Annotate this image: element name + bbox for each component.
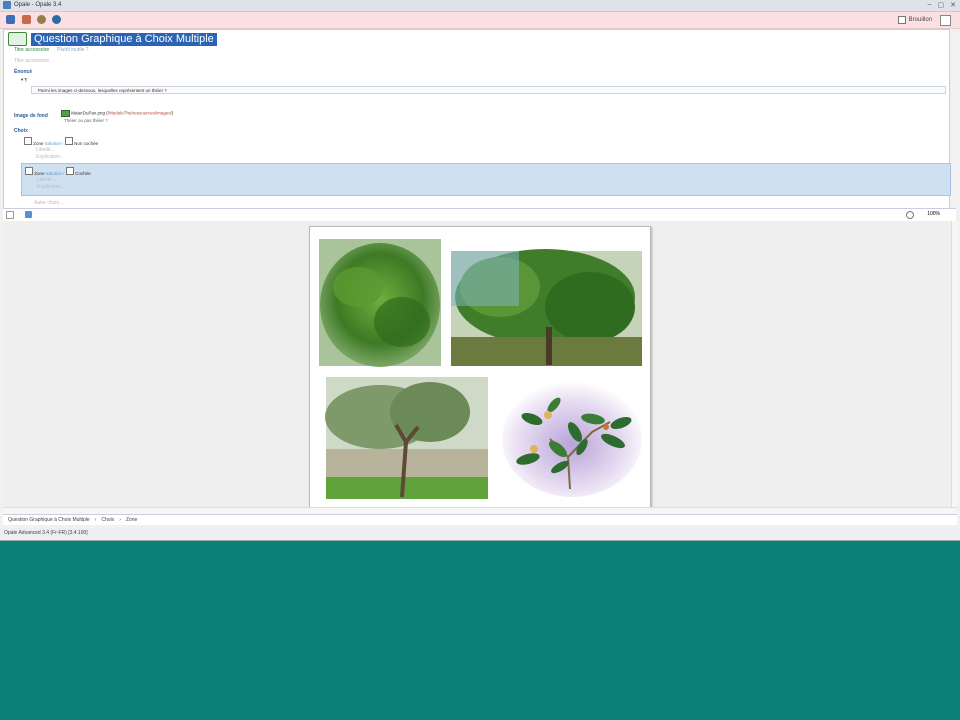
image-canvas[interactable] [3, 221, 951, 508]
vertical-scrollbar[interactable] [951, 221, 958, 507]
breadcrumb-item-question[interactable]: Question Graphique à Choix Multiple [8, 517, 90, 523]
accessory-title-placeholder[interactable]: Titre accessoire… [14, 58, 54, 64]
horizontal-scrollbar[interactable] [3, 507, 957, 514]
draft-checkbox[interactable] [897, 16, 906, 24]
save-icon[interactable] [6, 15, 15, 24]
zoom-level[interactable]: 100% [927, 211, 940, 217]
editor-toolbar: Brouillon [0, 12, 960, 29]
choice-1-zone: Zone [33, 141, 44, 146]
draft-toggle[interactable]: Brouillon [897, 16, 932, 24]
choice-2-zone: Zone [34, 171, 45, 176]
status-bar: Opale Advanced 3.4 (Fr-FR) [3.4.100] [0, 528, 960, 539]
choice-1-header[interactable]: Zone Solution ! Non cochée [24, 137, 98, 146]
choice-1-state: Non cochée [74, 141, 99, 146]
image-folder-link[interactable]: /ModuleThe/ressources/images/ [108, 111, 172, 116]
selected-zone-overlay[interactable] [451, 251, 519, 306]
minimize-icon[interactable]: – [928, 1, 932, 9]
choice-2-checkbox[interactable] [25, 167, 33, 175]
choice-1-state-checkbox[interactable] [64, 137, 73, 145]
draft-label: Brouillon [908, 17, 932, 23]
tree-collage-image [319, 239, 642, 499]
image-icon [61, 110, 70, 117]
zoom-icon[interactable] [906, 211, 914, 219]
question-title[interactable]: Question Graphique à Choix Multiple [31, 32, 217, 46]
choice-2-state: Cochée [75, 171, 91, 176]
choice-2-state-checkbox[interactable] [65, 167, 74, 175]
background-image-caption: Théier ou pas théier ? [64, 118, 108, 123]
choice-1-explanation-placeholder[interactable]: Explication… [36, 154, 65, 160]
background-image-label: Image de fond [14, 113, 48, 119]
help-icon[interactable] [52, 15, 61, 24]
background-image-preview [309, 226, 651, 508]
question-type-icon [8, 32, 27, 46]
question-tabs: Titre accessoire Plutôt inutile ? [14, 47, 89, 53]
window-controls: – ▢ ✕ [928, 1, 956, 9]
chevron-right-icon: › [94, 517, 97, 523]
chevron-right-icon: › [119, 517, 121, 523]
choice-2-header[interactable]: Zone Solution ! Cochée [25, 167, 91, 176]
layout-toggle-icon[interactable] [940, 15, 951, 26]
choices-label: Choix [14, 128, 28, 134]
zone-tool-icon[interactable] [25, 211, 32, 218]
search-icon[interactable] [37, 15, 46, 24]
window-title: Opale - Opale 3.4 [14, 2, 62, 8]
enonce-label: Énoncé [14, 69, 33, 75]
title-bar: Opale - Opale 3.4 – ▢ ✕ [0, 0, 960, 12]
breadcrumb-item-zone[interactable]: Zone [126, 517, 137, 523]
image-filename: MaterDuPax.png ( [71, 110, 108, 116]
question-header: Question Graphique à Choix Multiple [8, 32, 217, 46]
choice-2-label-placeholder[interactable]: Libellé… [37, 177, 56, 183]
background-image-path[interactable]: MaterDuPax.png (/ModuleThe/ressources/im… [61, 110, 173, 117]
maximize-icon[interactable]: ▢ [938, 1, 945, 9]
image-editor-toolbar: 100% [3, 208, 956, 222]
form-editor: Question Graphique à Choix Multiple Titr… [3, 29, 951, 209]
choice-2-row[interactable]: Zone Solution ! Cochée Libellé… Explicat… [21, 163, 951, 196]
tab-useless[interactable]: Plutôt inutile ? [57, 47, 88, 53]
tab-accessory-title[interactable]: Titre accessoire [14, 47, 49, 53]
collapse-icon[interactable] [6, 211, 14, 219]
app-window: Opale - Opale 3.4 – ▢ ✕ Brouillon Questi… [0, 0, 960, 541]
app-icon [3, 1, 11, 9]
edit-icon[interactable] [22, 15, 31, 24]
choice-2-explanation-placeholder[interactable]: Explication… [37, 184, 66, 190]
breadcrumb: Question Graphique à Choix Multiple › Ch… [3, 514, 957, 525]
enonce-text[interactable]: Parmi les images ci-dessous, lesquelles … [31, 86, 946, 94]
choice-1-solution[interactable]: Solution ! [45, 141, 64, 146]
close-icon[interactable]: ✕ [950, 1, 956, 9]
choice-2-solution[interactable]: Solution ! [46, 171, 65, 176]
choice-1-checkbox[interactable] [24, 137, 32, 145]
add-choice-placeholder[interactable]: Autre choix… [34, 200, 64, 206]
image-path-suffix: ) [171, 110, 174, 116]
breadcrumb-item-choices[interactable]: Choix [101, 517, 114, 523]
enonce-expand-icon[interactable]: ▾ ¶ [21, 77, 27, 83]
choice-1-label-placeholder[interactable]: Libellé… [36, 147, 55, 153]
